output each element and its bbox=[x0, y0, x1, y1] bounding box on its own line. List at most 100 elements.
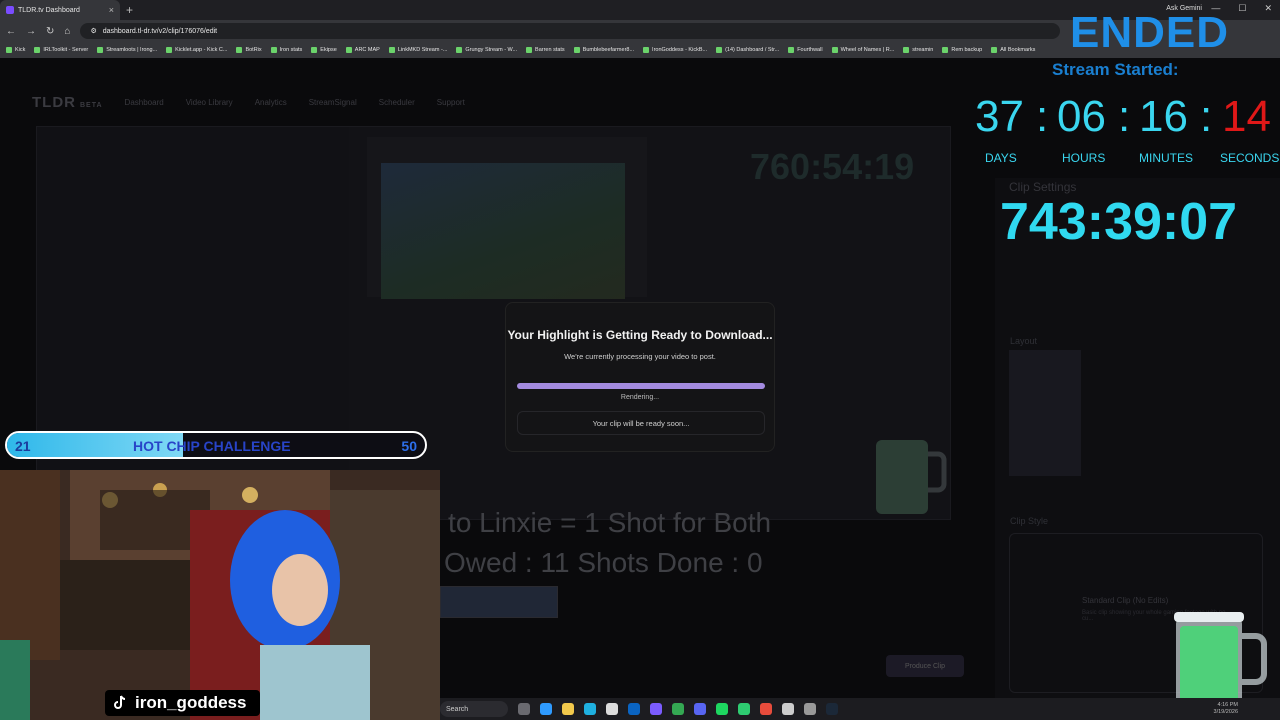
nav-video-library[interactable]: Video Library bbox=[186, 98, 233, 107]
bookmark-item[interactable]: (14) Dashboard / Str... bbox=[716, 47, 779, 53]
copilot-icon[interactable] bbox=[540, 703, 552, 715]
bookmark-item[interactable]: All Bookmarks bbox=[991, 47, 1035, 53]
browser-tab[interactable]: TLDR.tv Dashboard × bbox=[0, 0, 120, 20]
bookmark-icon bbox=[573, 47, 580, 53]
preview-left-panel bbox=[37, 127, 349, 521]
bookmark-icon bbox=[456, 47, 463, 53]
bookmark-item[interactable]: Wheel of Names | R... bbox=[831, 47, 894, 53]
nav-scheduler[interactable]: Scheduler bbox=[379, 98, 415, 107]
label-hours: HOURS bbox=[1062, 151, 1106, 165]
bookmark-item[interactable]: Kicklet.app - Kick C... bbox=[166, 47, 227, 53]
maximize-icon[interactable]: ☐ bbox=[1238, 3, 1246, 14]
bookmark-item[interactable]: ARC MAP bbox=[345, 47, 380, 53]
bookmark-item[interactable]: Ekipse bbox=[311, 47, 337, 53]
download-modal: Your Highlight is Getting Ready to Downl… bbox=[505, 302, 775, 452]
bookmark-label: BotRix bbox=[245, 47, 262, 53]
nav-streamsignal[interactable]: StreamSignal bbox=[309, 98, 357, 107]
label-seconds: SECONDS bbox=[1220, 151, 1280, 165]
close-tab-icon[interactable]: × bbox=[109, 5, 114, 15]
bookmark-label: Streamloots | Irong... bbox=[106, 47, 158, 53]
challenge-current: 21 bbox=[15, 438, 31, 454]
bookmark-item[interactable]: Grungy Stream - W... bbox=[456, 47, 517, 53]
url-bar[interactable]: ⚙ dashboard.tl-dr.tv/v2/clip/176076/edit bbox=[80, 23, 1061, 39]
url-text: dashboard.tl-dr.tv/v2/clip/176076/edit bbox=[102, 27, 218, 35]
bookmark-item[interactable]: IronGoddess - KickB... bbox=[643, 47, 707, 53]
nav-support[interactable]: Support bbox=[437, 98, 465, 107]
produce-clip-button[interactable]: Produce Clip bbox=[886, 655, 964, 677]
countdown-days: 37 bbox=[975, 92, 1024, 141]
countdown-seconds: 14 bbox=[1222, 92, 1271, 141]
tiktok-icon bbox=[114, 695, 126, 709]
bookmark-item[interactable]: Iron stats bbox=[270, 47, 303, 53]
modal-title: Your Highlight is Getting Ready to Downl… bbox=[507, 328, 773, 342]
bookmark-item[interactable]: Streamloots | Irong... bbox=[97, 47, 157, 53]
store-icon[interactable] bbox=[606, 703, 618, 715]
countdown-minutes: 16 bbox=[1139, 92, 1188, 141]
bookmark-item[interactable]: LinkMKD Stream -... bbox=[388, 47, 448, 53]
tldr-logo[interactable]: TLDR BETA bbox=[32, 94, 103, 111]
bookmark-item[interactable]: Barren stats bbox=[526, 47, 565, 53]
bookmark-label: All Bookmarks bbox=[1000, 47, 1036, 53]
bookmark-icon bbox=[270, 47, 277, 53]
tab-title: TLDR.tv Dashboard bbox=[18, 6, 80, 14]
timeline-clip[interactable] bbox=[440, 586, 558, 618]
close-window-icon[interactable]: ✕ bbox=[1264, 3, 1272, 14]
layout-option[interactable] bbox=[1009, 350, 1081, 476]
bookmark-item[interactable]: Rem backup bbox=[942, 47, 982, 53]
forward-icon[interactable]: → bbox=[26, 26, 36, 37]
screen-root: TLDR.tv Dashboard × + Ask Gemini — ☐ ✕ ←… bbox=[0, 0, 1280, 720]
bookmark-icon bbox=[345, 47, 352, 53]
bookmark-label: Kicklet.app - Kick C... bbox=[175, 47, 228, 53]
tiktok-handle-badge: iron_goddess bbox=[105, 690, 260, 716]
system-clock[interactable]: 4:16 PM 3/19/2026 bbox=[1214, 702, 1238, 716]
bookmark-icon bbox=[788, 47, 795, 53]
bookmark-item[interactable]: Kick bbox=[6, 47, 25, 53]
bookmark-label: Ekipse bbox=[320, 47, 337, 53]
modal-subtitle: We're currently processing your video to… bbox=[564, 352, 716, 361]
bookmark-label: Rem backup bbox=[951, 47, 983, 53]
bookmark-label: Grungy Stream - W... bbox=[465, 47, 518, 53]
nav-dashboard[interactable]: Dashboard bbox=[125, 98, 164, 107]
bookmark-item[interactable]: Fourthwall bbox=[788, 47, 823, 53]
taskbar-search-text: Search bbox=[446, 705, 469, 713]
countdown-hours: 06 bbox=[1057, 92, 1106, 141]
clock-date: 3/19/2026 bbox=[1213, 709, 1238, 715]
ended-banner: ENDED bbox=[1070, 8, 1230, 57]
countdown-colon: : bbox=[1036, 92, 1049, 141]
taskbar-search[interactable]: Search bbox=[440, 701, 508, 717]
steam-icon[interactable] bbox=[826, 703, 838, 715]
bookmark-label: LinkMKD Stream -... bbox=[397, 47, 448, 53]
task-view-icon[interactable] bbox=[518, 703, 530, 715]
tiktok-handle: iron_goddess bbox=[135, 693, 247, 712]
reload-icon[interactable]: ↻ bbox=[46, 26, 54, 37]
file-explorer-icon[interactable] bbox=[562, 703, 574, 715]
new-tab-icon[interactable]: + bbox=[126, 3, 133, 17]
layout-label: Layout bbox=[1010, 336, 1038, 346]
settings-icon[interactable] bbox=[782, 703, 794, 715]
webcam-scene bbox=[0, 470, 440, 720]
chrome-icon[interactable] bbox=[672, 703, 684, 715]
nav-analytics[interactable]: Analytics bbox=[255, 98, 287, 107]
notepad-icon[interactable] bbox=[804, 703, 816, 715]
spotify-icon[interactable] bbox=[716, 703, 728, 715]
obs-icon[interactable] bbox=[650, 703, 662, 715]
home-icon[interactable]: ⌂ bbox=[64, 26, 70, 37]
bookmark-label: (14) Dashboard / Str... bbox=[725, 47, 780, 53]
site-info-icon[interactable]: ⚙ bbox=[90, 27, 96, 35]
bookmark-icon bbox=[903, 47, 910, 53]
back-icon[interactable]: ← bbox=[6, 26, 16, 37]
bookmark-icon bbox=[388, 47, 395, 53]
bookmark-item[interactable]: IRLToolkit - Server bbox=[34, 47, 88, 53]
outlook-icon[interactable] bbox=[628, 703, 640, 715]
bookmark-icon bbox=[991, 47, 998, 53]
bookmark-item[interactable]: streamin bbox=[903, 47, 933, 53]
discord-icon[interactable] bbox=[694, 703, 706, 715]
maps-icon[interactable] bbox=[760, 703, 772, 715]
xbox-icon[interactable] bbox=[738, 703, 750, 715]
bookmark-item[interactable]: BotRix bbox=[236, 47, 262, 53]
bookmark-item[interactable]: Bumblebeefarmer8... bbox=[573, 47, 634, 53]
bookmark-icon bbox=[236, 47, 243, 53]
bookmark-label: Iron stats bbox=[279, 47, 303, 53]
bookmark-label: Fourthwall bbox=[797, 47, 823, 53]
edge-icon[interactable] bbox=[584, 703, 596, 715]
